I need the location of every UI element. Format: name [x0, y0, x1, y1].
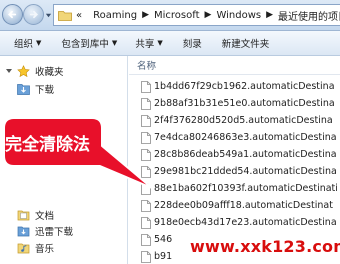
- file-row[interactable]: 228dee0b09afff18.automaticDestinat: [141, 197, 333, 214]
- command-bar: 组织 ▼ 包含到库中 ▼ 共享 ▼ 刻录 新建文件夹: [0, 31, 340, 56]
- star-icon: [17, 65, 30, 77]
- nav-item-music[interactable]: 音乐: [17, 241, 54, 255]
- file-row[interactable]: 2b88af31b31e51e0.automaticDestina: [141, 95, 335, 112]
- file-name: 88e1ba602f10393f.automaticDestinati: [154, 183, 338, 194]
- file-row[interactable]: 1b4dd67f29cb1962.automaticDestina: [141, 78, 335, 95]
- documents-label: 文档: [35, 211, 55, 222]
- path-separator[interactable]: ▶: [205, 10, 212, 20]
- navigation-pane: 收藏夹 下载 文档 迅雷下载 音乐: [0, 56, 128, 264]
- file-icon: [141, 97, 151, 110]
- share-label: 共享: [135, 39, 155, 50]
- chevron-down-icon: ▼: [157, 39, 163, 47]
- downloads-folder-icon: [17, 84, 30, 95]
- file-icon: [141, 182, 151, 195]
- documents-icon: [17, 210, 30, 221]
- file-name: 918e0ecb43d17e23.automaticDestina: [154, 217, 337, 228]
- callout-text: 完全清除法: [5, 135, 90, 155]
- file-icon: [141, 80, 151, 93]
- path-segment-microsoft[interactable]: Microsoft: [154, 10, 200, 21]
- file-icon: [141, 216, 151, 229]
- nav-item-downloads[interactable]: 下载: [17, 82, 54, 96]
- nav-item-documents[interactable]: 文档: [17, 208, 54, 222]
- file-row[interactable]: 7e4dca80246863e3.automaticDestina: [141, 129, 337, 146]
- expand-arrow-icon[interactable]: [5, 67, 13, 75]
- back-button[interactable]: [2, 4, 23, 25]
- file-row[interactable]: 918e0ecb43d17e23.automaticDestina: [141, 214, 337, 231]
- chevron-down-icon: ▼: [36, 39, 42, 47]
- file-list: 名称 1b4dd67f29cb1962.automaticDestina 2b8…: [129, 56, 340, 264]
- file-row[interactable]: 29e981bc21dded54.automaticDestina: [141, 163, 337, 180]
- file-icon: [141, 131, 151, 144]
- file-icon: [141, 165, 151, 178]
- file-name: 28c8b86deab549a1.automaticDestina: [154, 149, 337, 160]
- file-icon: [141, 114, 151, 127]
- new-folder-label: 新建文件夹: [221, 39, 270, 50]
- downloads-label: 下载: [35, 85, 55, 96]
- share-menu[interactable]: 共享 ▼: [135, 36, 162, 50]
- file-row[interactable]: b91: [141, 248, 172, 264]
- path-chevron[interactable]: «: [76, 10, 82, 21]
- file-icon: [141, 148, 151, 161]
- file-icon: [141, 233, 151, 246]
- include-in-library-label: 包含到库中: [61, 39, 109, 50]
- music-icon: [17, 243, 30, 254]
- file-name: 2b88af31b31e51e0.automaticDestina: [154, 98, 335, 109]
- organize-menu[interactable]: 组织 ▼: [14, 36, 41, 50]
- burn-button[interactable]: 刻录: [183, 36, 202, 50]
- file-name: 7e4dca80246863e3.automaticDestina: [154, 132, 337, 143]
- column-name-label: 名称: [137, 61, 157, 72]
- file-name: b91: [154, 251, 173, 262]
- xunlei-download-label: 迅雷下载: [35, 227, 74, 238]
- burn-label: 刻录: [182, 39, 202, 50]
- favorites-label: 收藏夹: [35, 67, 64, 78]
- site-watermark: www.xxk123.com: [190, 237, 340, 256]
- file-row[interactable]: 88e1ba602f10393f.automaticDestinati: [141, 180, 338, 197]
- file-name: 1b4dd67f29cb1962.automaticDestina: [154, 81, 335, 92]
- column-header-name[interactable]: 名称: [129, 56, 340, 75]
- music-label: 音乐: [35, 244, 55, 255]
- address-bar: « Roaming ▶ Microsoft ▶ Windows ▶ 最近使用的项…: [0, 0, 340, 31]
- path-separator[interactable]: ▶: [266, 10, 273, 20]
- chevron-down-icon: ▼: [111, 39, 118, 47]
- file-icon: [141, 199, 151, 212]
- address-path[interactable]: « Roaming ▶ Microsoft ▶ Windows ▶ 最近使用的项…: [53, 4, 340, 26]
- forward-arrow-icon: [29, 10, 39, 19]
- file-name: 546: [154, 234, 173, 245]
- path-separator[interactable]: ▶: [142, 10, 149, 20]
- back-arrow-icon: [7, 10, 17, 19]
- include-in-library-menu[interactable]: 包含到库中 ▼: [61, 36, 117, 50]
- forward-button[interactable]: [23, 4, 44, 25]
- path-segment-roaming[interactable]: Roaming: [93, 10, 137, 21]
- file-name: 2f4f376280d520d5.automaticDestina: [154, 115, 333, 126]
- xunlei-download-icon: [17, 226, 30, 237]
- file-row[interactable]: 546: [141, 231, 172, 248]
- file-row[interactable]: 2f4f376280d520d5.automaticDestina: [141, 112, 333, 129]
- recent-pages-dropdown-icon[interactable]: [45, 12, 52, 19]
- organize-label: 组织: [14, 39, 34, 50]
- path-segment-recent-items[interactable]: 最近使用的项目: [278, 8, 340, 23]
- folder-icon: [58, 10, 72, 21]
- file-icon: [141, 250, 151, 263]
- nav-item-favorites[interactable]: 收藏夹: [5, 64, 64, 78]
- file-row[interactable]: 28c8b86deab549a1.automaticDestina: [141, 146, 337, 163]
- new-folder-button[interactable]: 新建文件夹: [222, 36, 270, 50]
- file-name: 228dee0b09afff18.automaticDestinat: [154, 200, 333, 211]
- path-segment-windows[interactable]: Windows: [216, 10, 261, 21]
- file-name: 29e981bc21dded54.automaticDestina: [154, 166, 337, 177]
- nav-item-xunlei-download[interactable]: 迅雷下载: [17, 224, 73, 238]
